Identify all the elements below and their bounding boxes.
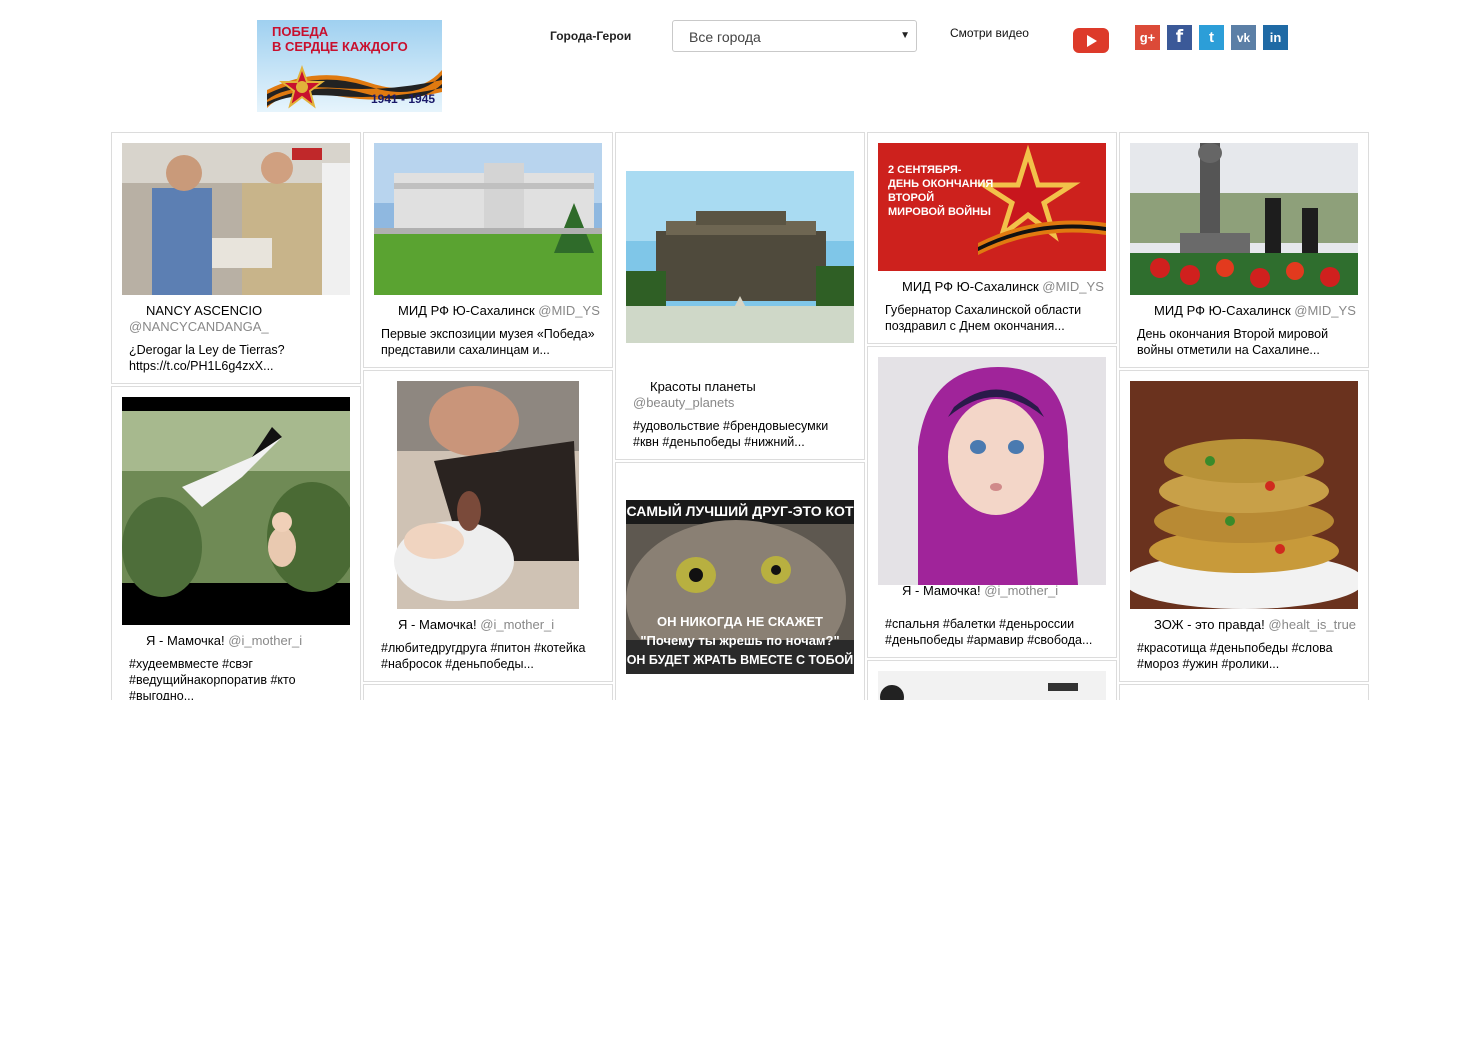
- author-handle[interactable]: @i_mother_i: [984, 583, 1058, 598]
- post-author: ЗОЖ - это правда! @healt_is_true: [1137, 617, 1362, 633]
- post-image[interactable]: [1130, 381, 1358, 609]
- post-card[interactable]: Красоты планеты @beauty_planets #удоволь…: [615, 132, 865, 460]
- post-card[interactable]: [363, 684, 613, 700]
- vk-icon[interactable]: vk: [1231, 25, 1256, 50]
- author-handle[interactable]: @NANCYCANDANGA_: [129, 319, 269, 334]
- post-text: День окончания Второй мировой войны отме…: [1137, 327, 1329, 357]
- post-image[interactable]: [122, 143, 350, 295]
- author-handle[interactable]: @MID_YS: [1294, 303, 1356, 318]
- post-author: МИД РФ Ю-Сахалинск @MID_YS: [381, 303, 606, 319]
- post-author: МИД РФ Ю-Сахалинск @MID_YS: [1137, 303, 1362, 319]
- post-text: ¿Derogar la Ley de Tierras? https://t.co…: [129, 343, 285, 373]
- author-name: Я - Мамочка!: [398, 617, 477, 632]
- twitter-icon[interactable]: t: [1199, 25, 1224, 50]
- author-name: Я - Мамочка!: [902, 583, 981, 598]
- cities-label: Города-Герои: [550, 29, 632, 43]
- author-handle[interactable]: @MID_YS: [538, 303, 600, 318]
- post-card[interactable]: NANCY ASCENCIO @NANCYCANDANGA_ ¿Derogar …: [111, 132, 361, 384]
- post-text: #худеемвместе #свэг #ведущийнакорпоратив…: [129, 657, 296, 700]
- google-plus-icon[interactable]: g+: [1135, 25, 1160, 50]
- post-text: #любитедругдруга #питон #котейка #наброс…: [381, 641, 586, 671]
- meme-caption-mid: ОН НИКОГДА НЕ СКАЖЕТ: [657, 614, 823, 629]
- post-author: Я - Мамочка! @i_mother_i: [129, 633, 354, 649]
- banner-line-1: 2 СЕНТЯБРЯ-: [888, 164, 962, 176]
- post-text: Губернатор Сахалинской области поздравил…: [885, 303, 1082, 333]
- author-handle[interactable]: @beauty_planets: [633, 395, 734, 410]
- author-handle[interactable]: @healt_is_true: [1268, 617, 1356, 632]
- post-card[interactable]: ЗОЖ - это правда! @healt_is_true #красот…: [1119, 370, 1369, 682]
- author-name: МИД РФ Ю-Сахалинск: [398, 303, 535, 318]
- post-image[interactable]: [374, 143, 602, 295]
- post-card[interactable]: МИД РФ Ю-Сахалинск @MID_YS Первые экспоз…: [363, 132, 613, 368]
- post-card[interactable]: МИД РФ Ю-Сахалинск @MID_YS День окончани…: [1119, 132, 1369, 368]
- post-image[interactable]: [122, 397, 350, 625]
- logo-line-1: ПОБЕДА: [272, 24, 329, 39]
- meme-caption-quote: "Почему ты жрешь по ночам?": [640, 633, 840, 648]
- post-author: МИД РФ Ю-Сахалинск @MID_YS: [885, 279, 1110, 295]
- banner-line-2: ДЕНЬ ОКОНЧАНИЯ: [888, 178, 994, 190]
- author-name: NANCY ASCENCIO: [146, 303, 263, 318]
- post-image[interactable]: САМЫЙ ЛУЧШИЙ ДРУГ-ЭТО КОТ ОН НИКОГДА НЕ …: [626, 500, 854, 674]
- post-author: Красоты планеты @beauty_planets: [633, 379, 858, 411]
- post-card[interactable]: 2 СЕНТЯБРЯ- ДЕНЬ ОКОНЧАНИЯ ВТОРОЙ МИРОВО…: [867, 132, 1117, 344]
- author-name: Красоты планеты: [650, 379, 756, 394]
- banner-line-3: ВТОРОЙ: [888, 192, 935, 204]
- post-image[interactable]: [878, 357, 1106, 585]
- post-image[interactable]: [878, 671, 1106, 700]
- meme-caption-bottom: ОН БУДЕТ ЖРАТЬ ВМЕСТЕ С ТОБОЙ: [626, 653, 854, 667]
- meme-caption-top: САМЫЙ ЛУЧШИЙ ДРУГ-ЭТО КОТ: [626, 503, 854, 519]
- watch-video-link[interactable]: Смотри видео: [950, 26, 1029, 40]
- post-text: #спальня #балетки #деньроссии #деньпобед…: [885, 617, 1093, 647]
- post-card[interactable]: САМЫЙ ЛУЧШИЙ ДРУГ-ЭТО КОТ ОН НИКОГДА НЕ …: [615, 462, 865, 700]
- author-handle[interactable]: @i_mother_i: [228, 633, 302, 648]
- post-card[interactable]: Я - Мамочка! @i_mother_i #любитедругдруг…: [363, 370, 613, 682]
- post-card[interactable]: [867, 660, 1117, 700]
- post-grid: NANCY ASCENCIO @NANCYCANDANGA_ ¿Derogar …: [111, 132, 1369, 700]
- post-author: Я - Мамочка! @i_mother_i: [381, 617, 606, 633]
- author-handle[interactable]: @i_mother_i: [480, 617, 554, 632]
- post-image[interactable]: [1130, 143, 1358, 295]
- chevron-down-icon: ▼: [900, 30, 910, 41]
- post-card[interactable]: [1119, 684, 1369, 700]
- logo-years: 1941 - 1945: [371, 92, 436, 106]
- post-text: #красотища #деньпобеды #слова #мороз #уж…: [1137, 641, 1333, 671]
- logo-line-2: В СЕРДЦЕ КАЖДОГО: [272, 39, 408, 54]
- facebook-icon[interactable]: f: [1167, 25, 1192, 50]
- author-name: Я - Мамочка!: [146, 633, 225, 648]
- author-handle[interactable]: @MID_YS: [1042, 279, 1104, 294]
- post-image[interactable]: 2 СЕНТЯБРЯ- ДЕНЬ ОКОНЧАНИЯ ВТОРОЙ МИРОВО…: [878, 143, 1106, 271]
- post-author: NANCY ASCENCIO @NANCYCANDANGA_: [129, 303, 354, 335]
- post-image[interactable]: [374, 381, 602, 609]
- author-name: ЗОЖ - это правда!: [1154, 617, 1265, 632]
- city-select[interactable]: Все города ▼: [672, 20, 917, 52]
- youtube-icon[interactable]: [1073, 28, 1109, 53]
- site-logo[interactable]: ПОБЕДА В СЕРДЦЕ КАЖДОГО 1941 - 1945: [257, 20, 442, 112]
- post-image[interactable]: [626, 171, 854, 343]
- banner-line-4: МИРОВОЙ ВОЙНЫ: [888, 206, 991, 218]
- linkedin-icon[interactable]: in: [1263, 25, 1288, 50]
- post-text: Первые экспозиции музея «Победа» предста…: [381, 327, 595, 357]
- post-text: #удовольствие #брендовыесумки #квн #день…: [633, 419, 829, 449]
- post-card[interactable]: Я - Мамочка! @i_mother_i #спальня #балет…: [867, 346, 1117, 658]
- author-name: МИД РФ Ю-Сахалинск: [1154, 303, 1291, 318]
- post-card[interactable]: Я - Мамочка! @i_mother_i #худеемвместе #…: [111, 386, 361, 700]
- city-select-value: Все города: [689, 29, 761, 45]
- post-author: Я - Мамочка! @i_mother_i: [885, 583, 1110, 599]
- author-name: МИД РФ Ю-Сахалинск: [902, 279, 1039, 294]
